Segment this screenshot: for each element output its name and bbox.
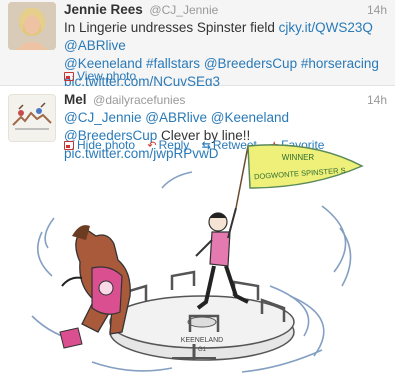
tweet-item[interactable]: Jennie Rees @CJ_Jennie 14h In Lingerie u…	[0, 0, 395, 89]
screen-name[interactable]: @CJ_Jennie	[149, 3, 218, 17]
view-photo-button[interactable]: View photo	[64, 69, 136, 83]
mention-link[interactable]: @Keeneland	[211, 110, 289, 125]
tweet-header: Jennie Rees @CJ_Jennie 14h	[64, 2, 387, 18]
hashtag-link[interactable]: #fallstars	[146, 56, 200, 71]
mention-link[interactable]: @ABRlive	[145, 110, 207, 125]
mention-link[interactable]: @ABRlive	[64, 38, 126, 53]
carousel-sublabel: G1	[198, 347, 207, 353]
avatar-image	[8, 2, 56, 50]
timestamp[interactable]: 14h	[367, 2, 387, 18]
horse-figure	[59, 225, 131, 349]
url-link[interactable]: cjky.it/QWS23Q	[279, 20, 373, 35]
display-name[interactable]: Jennie Rees	[64, 2, 143, 17]
avatar-image	[9, 95, 55, 141]
carousel-label: KEENELAND	[181, 337, 223, 344]
screen-name[interactable]: @dailyracefunies	[93, 93, 185, 107]
tweet-photo[interactable]: KEENELAND G1 WINNER DOGWONTE SPINSTER S	[22, 136, 382, 386]
avatar[interactable]	[8, 2, 56, 50]
flag-line-1: WINNER	[282, 153, 315, 162]
display-name[interactable]: Mel	[64, 92, 87, 107]
mention-link[interactable]: @BreedersCup	[204, 56, 297, 71]
timestamp[interactable]: 14h	[367, 92, 387, 108]
hashtag-link[interactable]: #horseracing	[301, 56, 379, 71]
view-photo-label: View photo	[77, 69, 137, 83]
tweet-text-plain: In Lingerie undresses Spinster field	[64, 20, 279, 35]
avatar[interactable]	[8, 94, 56, 142]
tweet-header: Mel @dailyracefunies 14h	[64, 92, 387, 108]
mention-link[interactable]: @CJ_Jennie	[64, 110, 142, 125]
photo-icon	[64, 72, 74, 81]
